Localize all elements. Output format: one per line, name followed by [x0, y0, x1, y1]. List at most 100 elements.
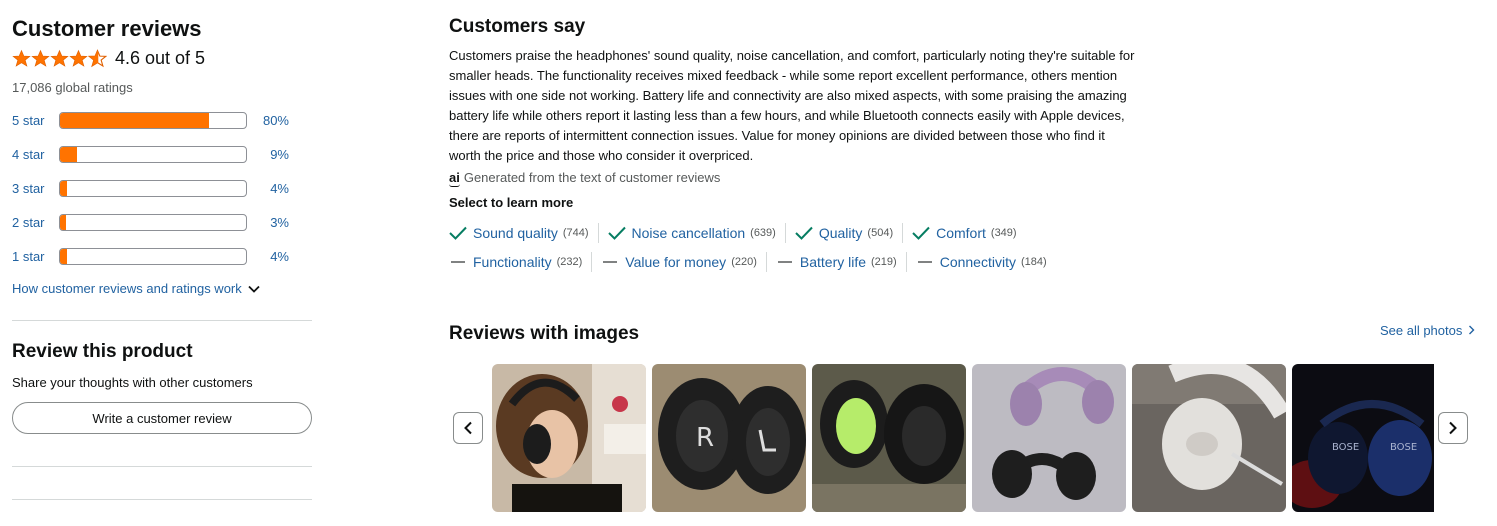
star-full-icon [31, 49, 50, 67]
histogram-bar[interactable] [59, 179, 247, 197]
aspect-row-mixed: Functionality (232) Value for money (220… [449, 247, 1139, 276]
photo-worn-ear-pad [812, 364, 966, 512]
section-divider [12, 466, 312, 467]
photo-ear-cushions: R [652, 364, 806, 512]
photo-headphones-dark: BOSE BOSE [1292, 364, 1434, 512]
histogram-row-2-star[interactable]: 2 star 3% [12, 205, 312, 239]
chevron-down-icon [248, 285, 260, 293]
photo-person-headphones [492, 364, 646, 512]
aspect-label: Noise cancellation [631, 224, 746, 241]
histogram-percent[interactable]: 3% [247, 215, 289, 230]
histogram-bar-fill [60, 248, 68, 264]
section-divider [12, 499, 312, 500]
aspect-label: Value for money [625, 253, 727, 270]
review-photo-worn-ear-pad[interactable] [812, 364, 966, 512]
aspect-chip-comfort[interactable]: Comfort (349) [912, 223, 1025, 243]
photo-white-headphones [1132, 364, 1286, 512]
histogram-bar[interactable] [59, 111, 247, 129]
chevron-left-icon [464, 421, 472, 435]
carousel-next-button[interactable] [1438, 412, 1468, 444]
histogram-bar[interactable] [59, 145, 247, 163]
aspect-row-positive: Sound quality (744) Noise cancellation (… [449, 218, 1139, 247]
review-photo-ear-cushions[interactable]: R [652, 364, 806, 512]
aspect-chip-functionality[interactable]: Functionality (232) [449, 251, 593, 272]
check-icon [912, 226, 930, 240]
histogram-label[interactable]: 3 star [12, 181, 59, 196]
aspect-label: Functionality [473, 253, 552, 270]
customer-reviews-panel: Customer reviews 4.6 out of 5 17,086 glo… [12, 14, 312, 500]
chevron-right-icon [1469, 325, 1475, 335]
dash-icon [451, 260, 465, 263]
histogram-label[interactable]: 1 star [12, 249, 59, 264]
aspect-count: (349) [990, 226, 1017, 239]
aspect-chip-sound-quality[interactable]: Sound quality (744) [449, 222, 599, 243]
aspect-chip-quality[interactable]: Quality (504) [795, 222, 904, 243]
aspect-count: (219) [871, 255, 897, 268]
star-full-icon [12, 49, 31, 67]
rating-histogram: 5 star 80% 4 star 9% 3 star 4% 2 star 3%… [12, 103, 312, 273]
review-photo-purple-and-black-headphones[interactable] [972, 364, 1126, 512]
histogram-percent[interactable]: 80% [247, 113, 289, 128]
aspect-label: Comfort [936, 224, 986, 241]
aspect-chip-battery-life[interactable]: Battery life (219) [776, 251, 907, 272]
histogram-bar[interactable] [59, 247, 247, 265]
dash-icon [603, 260, 618, 263]
average-rating[interactable]: 4.6 out of 5 [12, 46, 312, 70]
review-photo-headphones-dark-lighting[interactable]: BOSE BOSE [1292, 364, 1434, 512]
histogram-percent[interactable]: 4% [247, 249, 289, 264]
histogram-row-5-star[interactable]: 5 star 80% [12, 103, 312, 137]
ai-generated-text: Generated from the text of customer revi… [463, 170, 721, 185]
review-photo-person-wearing-headphones[interactable] [492, 364, 646, 512]
customers-say-summary: Customers praise the headphones' sound q… [449, 48, 1135, 163]
histogram-label[interactable]: 5 star [12, 113, 59, 128]
review-this-product-section: Review this product Share your thoughts … [12, 339, 312, 434]
review-images-carousel: R BOSE BOSE [453, 364, 1473, 512]
aspect-chip-connectivity[interactable]: Connectivity (184) [916, 252, 1056, 272]
aspect-count: (232) [556, 255, 583, 268]
global-ratings-count: 17,086 global ratings [12, 80, 133, 95]
histogram-row-3-star[interactable]: 3 star 4% [12, 171, 312, 205]
photo-purple-black-headphones [972, 364, 1126, 512]
aspect-chip-noise-cancellation[interactable]: Noise cancellation (639) [607, 222, 786, 243]
check-icon [449, 226, 467, 240]
star-full-icon [69, 49, 88, 67]
histogram-bar[interactable] [59, 213, 247, 231]
aspect-count: (184) [1020, 255, 1047, 268]
review-photo-white-headphones[interactable] [1132, 364, 1286, 512]
how-reviews-work-link[interactable]: How customer reviews and ratings work [12, 281, 312, 296]
svg-text:BOSE: BOSE [1390, 442, 1417, 453]
histogram-bar-fill [60, 214, 66, 230]
svg-text:R: R [696, 423, 714, 453]
review-aspects: Sound quality (744) Noise cancellation (… [449, 218, 1139, 276]
aspect-label: Sound quality [473, 224, 558, 241]
how-reviews-work-label: How customer reviews and ratings work [12, 281, 242, 296]
aspect-label: Battery life [799, 253, 867, 270]
aspect-chip-value-for-money[interactable]: Value for money (220) [601, 251, 767, 272]
thumbnail-strip: R BOSE BOSE [492, 364, 1434, 512]
reviews-with-images-title: Reviews with images [449, 323, 640, 344]
histogram-label[interactable]: 2 star [12, 215, 59, 230]
histogram-bar-fill [60, 180, 68, 196]
check-icon [607, 226, 626, 240]
dash-icon [917, 260, 932, 263]
review-this-product-title: Review this product [12, 341, 193, 362]
svg-text:BOSE: BOSE [1332, 442, 1359, 453]
histogram-row-4-star[interactable]: 4 star 9% [12, 137, 312, 171]
histogram-row-1-star[interactable]: 1 star 4% [12, 239, 312, 273]
histogram-percent[interactable]: 9% [247, 147, 289, 162]
histogram-bar-fill [60, 112, 209, 128]
aspect-count: (639) [750, 226, 776, 239]
aspect-count: (744) [562, 226, 589, 239]
ai-icon: ai [449, 170, 460, 187]
see-all-photos-link[interactable]: See all photos [1380, 323, 1475, 338]
customers-say-section: Customers say Customers praise the headp… [449, 14, 1139, 276]
review-this-product-subtitle: Share your thoughts with other customers [12, 375, 253, 390]
customers-say-title: Customers say [449, 16, 586, 37]
histogram-percent[interactable]: 4% [247, 181, 289, 196]
carousel-prev-button[interactable] [453, 412, 483, 444]
aspect-count: (220) [731, 255, 757, 268]
average-rating-text: 4.6 out of 5 [115, 47, 206, 68]
customer-reviews-title: Customer reviews [12, 16, 202, 41]
write-review-button[interactable]: Write a customer review [12, 402, 312, 434]
histogram-label[interactable]: 4 star [12, 147, 59, 162]
